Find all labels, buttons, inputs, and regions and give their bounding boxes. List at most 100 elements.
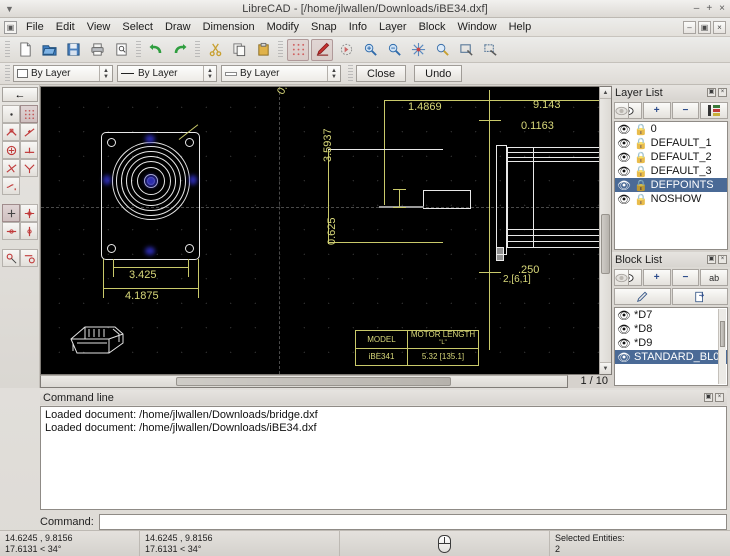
undo-button[interactable]: Undo	[414, 65, 462, 82]
layer-list-items[interactable]: 👁🔒0 👁🔒DEFAULT_1 👁🔒DEFAULT_2 👁🔒DEFAULT_3 …	[614, 121, 728, 250]
snap-endpoint-icon[interactable]	[2, 123, 20, 141]
hide-all-blocks-button[interactable]	[614, 269, 629, 286]
restrict-horizontal-icon[interactable]	[2, 222, 20, 240]
snap-grid-icon[interactable]	[20, 105, 38, 123]
block-visibility-icon[interactable]: 👁	[617, 337, 631, 350]
block-list-items[interactable]: 👁*D7 👁*D8 👁*D9 👁STANDARD_BL0	[614, 307, 728, 386]
hide-all-layers-button[interactable]	[614, 102, 629, 119]
layer-row-default-1[interactable]: 👁🔒DEFAULT_1	[615, 136, 727, 150]
window-minimize-button[interactable]: –	[694, 4, 700, 14]
edit-block-button[interactable]	[614, 288, 671, 305]
toolbar-grip[interactable]	[5, 41, 10, 59]
command-input[interactable]	[99, 514, 727, 530]
menu-snap[interactable]: Snap	[305, 19, 343, 35]
canvas-horizontal-scrollbar[interactable]	[40, 375, 568, 388]
restrict-nothing-icon[interactable]	[2, 204, 20, 222]
add-block-button[interactable]: +	[643, 269, 671, 286]
layer-row-noshow[interactable]: 👁🔒NOSHOW	[615, 192, 727, 206]
window-maximize-button[interactable]: +	[706, 4, 712, 14]
block-list-float-button[interactable]: ▣	[707, 255, 716, 264]
layer-visibility-icon[interactable]: 👁	[617, 151, 631, 164]
block-row-d9[interactable]: 👁*D9	[615, 336, 727, 350]
zoom-pan-icon[interactable]	[431, 39, 453, 61]
layer-visibility-icon[interactable]: 👁	[617, 179, 631, 192]
layer-lock-icon[interactable]: 🔒	[634, 137, 648, 150]
window-menu-icon[interactable]: ▼	[5, 4, 14, 14]
layer-row-default-3[interactable]: 👁🔒DEFAULT_3	[615, 164, 727, 178]
block-visibility-icon[interactable]: 👁	[617, 323, 631, 336]
layer-visibility-icon[interactable]: 👁	[617, 165, 631, 178]
cut-icon[interactable]	[204, 39, 226, 61]
layer-row-0[interactable]: 👁🔒0	[615, 122, 727, 136]
window-close-button[interactable]: ×	[719, 4, 725, 14]
scroll-down-button[interactable]: ▼	[600, 362, 611, 374]
linetype-combo-arrows-icon[interactable]: ▲▼	[203, 66, 216, 81]
back-button[interactable]: ←	[2, 87, 38, 102]
block-visibility-icon[interactable]: 👁	[617, 351, 631, 364]
menu-layer[interactable]: Layer	[373, 19, 413, 35]
block-list-scrollbar[interactable]	[718, 309, 726, 384]
remove-layer-button[interactable]: −	[672, 102, 700, 119]
toolbar-grip-3[interactable]	[195, 41, 200, 59]
print-preview-icon[interactable]	[110, 39, 132, 61]
remove-block-button[interactable]: −	[672, 269, 700, 286]
snap-on-entity-icon[interactable]	[20, 123, 38, 141]
layer-visibility-icon[interactable]: 👁	[617, 123, 631, 136]
layer-list-close-button[interactable]: ×	[718, 88, 727, 97]
grid-toggle-icon[interactable]	[287, 39, 309, 61]
menu-file[interactable]: File	[20, 19, 50, 35]
open-file-icon[interactable]	[38, 39, 60, 61]
layer-color-combo[interactable]: By Layer ▲▼	[13, 65, 113, 82]
menu-edit[interactable]: Edit	[50, 19, 81, 35]
mdi-restore-button[interactable]: ▣	[698, 21, 711, 34]
new-file-icon[interactable]	[14, 39, 36, 61]
block-row-d7[interactable]: 👁*D7	[615, 308, 727, 322]
menu-block[interactable]: Block	[413, 19, 452, 35]
snap-free-icon[interactable]	[2, 105, 20, 123]
layer-lock-icon[interactable]: 🔒	[634, 151, 648, 164]
hscroll-thumb[interactable]	[176, 377, 451, 386]
close-button[interactable]: Close	[356, 65, 406, 82]
copy-icon[interactable]	[228, 39, 250, 61]
snap-distance-icon[interactable]	[2, 159, 20, 177]
mdi-close-button[interactable]: ×	[713, 21, 726, 34]
snap-center-icon[interactable]	[2, 141, 20, 159]
save-file-icon[interactable]	[62, 39, 84, 61]
command-line-close-button[interactable]: ×	[715, 393, 724, 402]
layer-lock-icon[interactable]: 🔒	[634, 123, 648, 136]
linewidth-combo-arrows-icon[interactable]: ▲▼	[327, 66, 340, 81]
snap-intersection-icon[interactable]	[20, 159, 38, 177]
redraw-icon[interactable]	[335, 39, 357, 61]
menu-modify[interactable]: Modify	[261, 19, 305, 35]
vscroll-track[interactable]	[600, 99, 611, 362]
snap-middle-icon[interactable]	[20, 141, 38, 159]
layer-row-defpoints[interactable]: 👁🔒DEFPOINTS	[615, 178, 727, 192]
menu-draw[interactable]: Draw	[159, 19, 197, 35]
layer-visibility-icon[interactable]: 👁	[617, 137, 631, 150]
zoom-previous-icon[interactable]	[479, 39, 501, 61]
set-relative-zero-icon[interactable]	[20, 249, 38, 267]
print-icon[interactable]	[86, 39, 108, 61]
restrict-vertical-icon[interactable]	[20, 222, 38, 240]
menu-view[interactable]: View	[81, 19, 117, 35]
rename-block-button[interactable]: ab	[700, 269, 728, 286]
layer-lock-icon[interactable]: 🔒	[634, 193, 648, 206]
scroll-up-button[interactable]: ▲	[600, 87, 611, 99]
redo-icon[interactable]	[169, 39, 191, 61]
toolbar-grip-2[interactable]	[136, 41, 141, 59]
layer-row-default-2[interactable]: 👁🔒DEFAULT_2	[615, 150, 727, 164]
color-combo-arrows-icon[interactable]: ▲▼	[99, 66, 112, 81]
action-grip[interactable]	[348, 65, 353, 83]
attributes-grip[interactable]	[5, 65, 10, 83]
zoom-auto-icon[interactable]	[407, 39, 429, 61]
command-line-float-button[interactable]: ▣	[704, 393, 713, 402]
layer-list-float-button[interactable]: ▣	[707, 88, 716, 97]
vscroll-thumb[interactable]	[601, 214, 610, 274]
block-list-close-button[interactable]: ×	[718, 255, 727, 264]
canvas-vertical-scrollbar[interactable]: ▲ ▼	[599, 86, 612, 375]
menu-info[interactable]: Info	[343, 19, 373, 35]
menu-dimension[interactable]: Dimension	[197, 19, 261, 35]
snap-restriction-icon[interactable]	[2, 177, 20, 195]
block-visibility-icon[interactable]: 👁	[617, 309, 631, 322]
block-list-scroll-thumb[interactable]	[720, 321, 725, 347]
